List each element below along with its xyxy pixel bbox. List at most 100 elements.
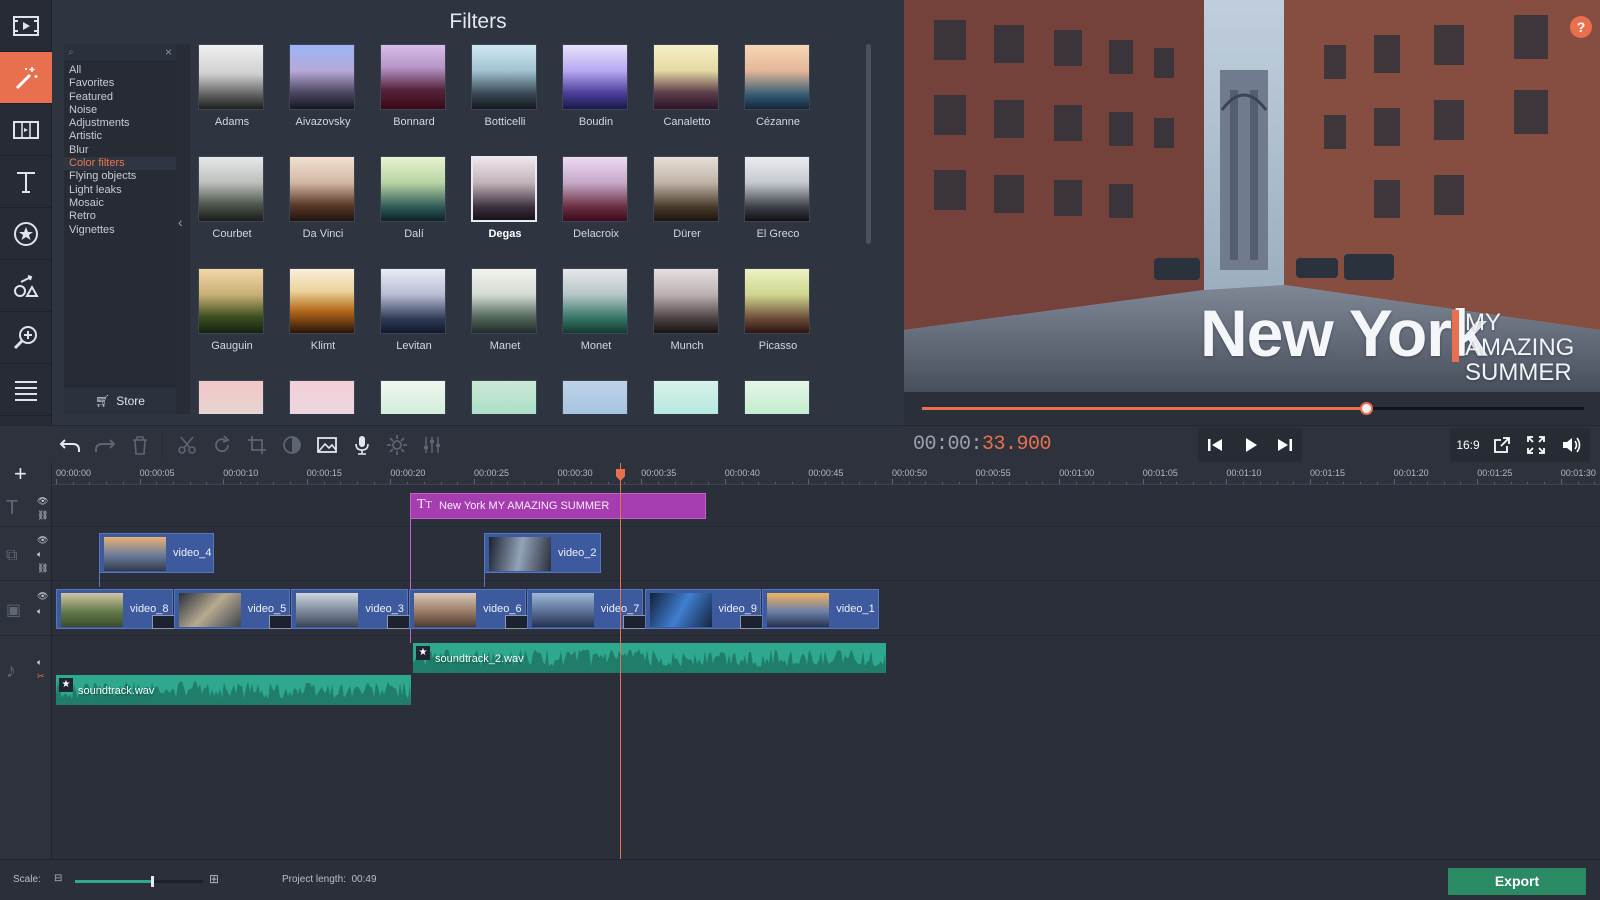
insert-image-button[interactable] <box>310 429 344 461</box>
unlink-icon[interactable]: ✂︎ <box>37 671 45 682</box>
filter-tile[interactable]: Da Vinci <box>289 156 357 240</box>
export-button[interactable]: Export <box>1448 868 1586 895</box>
delete-button[interactable] <box>123 429 157 461</box>
eye-icon[interactable]: 👁︎ <box>37 591 48 602</box>
callouts-button[interactable] <box>0 260 52 312</box>
eye-icon[interactable]: 👁︎ <box>37 535 48 546</box>
audio-clip-soundtrack[interactable]: ★ soundtrack.wav <box>56 675 411 705</box>
filter-tile[interactable]: Adams <box>198 44 266 128</box>
rotate-button[interactable] <box>205 429 239 461</box>
zoom-in-icon[interactable]: ⊞ <box>209 872 219 886</box>
filter-swatch <box>198 268 264 334</box>
more-tools-button[interactable] <box>0 364 52 416</box>
filter-tile[interactable]: Botticelli <box>471 44 539 128</box>
category-item[interactable]: Favorites <box>64 77 176 90</box>
filter-tile[interactable]: El Greco <box>744 156 812 240</box>
filter-tile[interactable] <box>380 380 448 414</box>
clear-search-icon[interactable]: × <box>165 45 172 59</box>
fullscreen-button[interactable] <box>1519 429 1553 461</box>
next-button[interactable] <box>1268 429 1302 461</box>
link-icon[interactable]: ⛓︎ <box>37 510 48 521</box>
scrub-handle[interactable] <box>1359 402 1373 415</box>
stickers-button[interactable] <box>0 208 52 260</box>
volume-button[interactable] <box>1554 429 1588 461</box>
transitions-button[interactable] <box>0 104 52 156</box>
titles-button[interactable] <box>0 156 52 208</box>
previous-button[interactable] <box>1198 429 1232 461</box>
crop-button[interactable] <box>240 429 274 461</box>
audio-properties-button[interactable] <box>415 429 449 461</box>
category-item[interactable]: Vignettes <box>64 224 176 237</box>
category-item[interactable]: Mosaic <box>64 197 176 210</box>
category-item[interactable]: All <box>64 64 176 77</box>
filter-tile[interactable] <box>289 380 357 414</box>
category-item[interactable]: Blur <box>64 144 176 157</box>
overlay-clip-video_2[interactable]: video_2 <box>484 533 601 573</box>
split-button[interactable] <box>170 429 204 461</box>
clip-label: video_8 <box>130 603 169 615</box>
help-button[interactable]: ? <box>1570 16 1592 38</box>
zoom-out-icon[interactable]: ⊟ <box>54 873 62 884</box>
filter-tile[interactable]: Manet <box>471 268 539 352</box>
filter-tile[interactable]: Cézanne <box>744 44 812 128</box>
play-button[interactable] <box>1233 429 1267 461</box>
store-button[interactable]: 🛒︎ Store <box>64 386 176 414</box>
filter-tile[interactable] <box>562 380 630 414</box>
filter-tile[interactable]: Picasso <box>744 268 812 352</box>
filter-tile[interactable]: Delacroix <box>562 156 630 240</box>
scale-slider[interactable] <box>75 876 203 887</box>
speaker-icon[interactable]: 🔈︎ <box>37 606 42 617</box>
scrub-track[interactable] <box>922 402 1584 415</box>
filter-tile[interactable]: Klimt <box>289 268 357 352</box>
undo-button[interactable] <box>53 429 87 461</box>
filter-tile[interactable]: Dürer <box>653 156 721 240</box>
category-search-input[interactable]: ⌕ × <box>64 44 176 62</box>
aspect-ratio-button[interactable]: 16:9 <box>1451 429 1485 461</box>
main-clip-video_1[interactable]: video_1 <box>762 589 879 629</box>
eye-icon[interactable]: 👁︎ <box>37 496 48 507</box>
filter-tile[interactable]: Degas <box>471 156 539 240</box>
filter-tile[interactable] <box>653 380 721 414</box>
import-media-button[interactable] <box>0 0 52 52</box>
title-clip[interactable]: TT New York MY AMAZING SUMMER <box>410 493 706 519</box>
color-adjust-button[interactable] <box>275 429 309 461</box>
speaker-icon[interactable]: 🔈︎ <box>37 549 42 560</box>
category-item[interactable]: Featured <box>64 91 176 104</box>
speaker-icon[interactable]: 🔈︎ <box>37 657 42 668</box>
filter-tile[interactable]: Canaletto <box>653 44 721 128</box>
redo-button[interactable] <box>88 429 122 461</box>
filter-tile[interactable]: Courbet <box>198 156 266 240</box>
category-item[interactable]: Light leaks <box>64 184 176 197</box>
category-item[interactable]: Noise <box>64 104 176 117</box>
filter-tile[interactable]: Aivazovsky <box>289 44 357 128</box>
filter-tile[interactable] <box>744 380 812 414</box>
link-icon[interactable]: ⛓︎ <box>37 563 48 574</box>
category-item[interactable]: Artistic <box>64 130 176 143</box>
detach-preview-button[interactable] <box>1485 429 1519 461</box>
filter-tile[interactable] <box>471 380 539 414</box>
filter-tile[interactable]: Bonnard <box>380 44 448 128</box>
category-item[interactable]: Retro <box>64 210 176 223</box>
record-audio-button[interactable] <box>345 429 379 461</box>
filter-tile[interactable] <box>198 380 266 414</box>
filters-button[interactable] <box>0 52 52 104</box>
category-item[interactable]: Adjustments <box>64 117 176 130</box>
scale-slider-handle[interactable] <box>150 876 154 887</box>
zoom-button[interactable] <box>0 312 52 364</box>
collapse-category-handle[interactable]: ‹ <box>176 44 190 414</box>
add-track-button[interactable]: + <box>14 461 27 487</box>
category-item[interactable]: Flying objects <box>64 170 176 183</box>
filter-grid-scrollbar[interactable] <box>866 44 871 244</box>
clip-properties-button[interactable] <box>380 429 414 461</box>
category-item[interactable]: Color filters <box>64 157 176 171</box>
filter-tile[interactable]: Gauguin <box>198 268 266 352</box>
filter-tile[interactable]: Dalí <box>380 156 448 240</box>
filter-tile[interactable]: Monet <box>562 268 630 352</box>
filter-tile[interactable]: Levitan <box>380 268 448 352</box>
timeline-ruler[interactable]: 00:00:00 00:00:05 00:00:10 00:00:15 00:00:20… <box>52 463 1600 485</box>
audio-clip-soundtrack_2[interactable]: ★ soundtrack_2.wav <box>413 643 886 673</box>
playhead-line[interactable] <box>620 463 621 859</box>
overlay-clip-video_4[interactable]: video_4 <box>99 533 214 573</box>
filter-tile[interactable]: Munch <box>653 268 721 352</box>
filter-tile[interactable]: Boudin <box>562 44 630 128</box>
